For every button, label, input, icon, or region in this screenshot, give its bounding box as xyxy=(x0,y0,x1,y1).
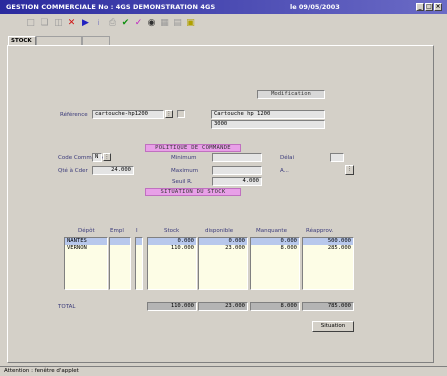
qte-a-cder-field[interactable]: 24.000 xyxy=(92,166,134,175)
reference-lookup-button[interactable]: ⋮ xyxy=(165,110,173,118)
col-i xyxy=(135,237,143,290)
situation-button[interactable]: Situation xyxy=(312,321,354,332)
code-commande-lookup-button[interactable]: ⋮ xyxy=(103,153,111,161)
tab-third[interactable] xyxy=(82,36,110,45)
filter-icon[interactable]: ✓ xyxy=(134,19,143,28)
designation-sub-field[interactable]: 3000 xyxy=(211,120,325,129)
new-doc-icon[interactable]: □ xyxy=(26,19,35,28)
reference-extra-button[interactable] xyxy=(177,110,185,118)
col-header-reapprov: Réapprov. xyxy=(306,228,334,234)
col-reapprov: 500.000 285.000 xyxy=(302,237,354,290)
window-title: GESTION COMMERCIALE No : 4GS DEMONSTRATI… xyxy=(6,3,216,11)
table-cell[interactable] xyxy=(136,238,142,245)
minimum-field[interactable] xyxy=(212,153,262,162)
delai-label: Délai xyxy=(280,155,295,161)
delete-icon[interactable]: ✕ xyxy=(67,19,76,28)
table-cell[interactable]: 8.000 xyxy=(251,245,299,252)
col-disponible: 0.000 23.000 xyxy=(198,237,248,290)
delai-field[interactable] xyxy=(330,153,344,162)
table-cell[interactable]: 500.000 xyxy=(303,238,353,245)
table-cell[interactable] xyxy=(110,238,130,245)
export-icon[interactable]: ▣ xyxy=(186,19,195,28)
next-icon[interactable]: ▶ xyxy=(81,19,90,28)
code-commande-field[interactable]: N xyxy=(92,153,102,162)
col-depot: NANTES VERNON xyxy=(64,237,108,290)
tab-second[interactable] xyxy=(36,36,82,45)
copy-icon[interactable]: ❏ xyxy=(40,19,49,28)
table-cell[interactable]: 23.000 xyxy=(199,245,247,252)
maximum-field[interactable] xyxy=(212,166,262,175)
qte-a-cder-label: Qté à Cder xyxy=(58,168,88,174)
seuil-field[interactable]: 4.000 xyxy=(212,177,262,186)
info-icon[interactable]: i xyxy=(94,19,103,28)
table-cell[interactable]: NANTES xyxy=(65,238,107,245)
reference-code-field[interactable]: cartouche-hp1200 xyxy=(92,110,164,119)
table-cell[interactable]: 0.000 xyxy=(199,238,247,245)
print-icon[interactable]: ⎙ xyxy=(108,19,117,28)
policy-section-title: POLITIQUE DE COMMANDE xyxy=(145,144,241,152)
stock-situation-grid: NANTES VERNON 0.000 110.000 0.000 23.000… xyxy=(64,237,360,290)
total-label: TOTAL xyxy=(58,304,76,310)
tab-stock[interactable]: STOCK xyxy=(8,36,36,45)
table-cell[interactable]: 0.000 xyxy=(251,238,299,245)
delai-lookup-button[interactable]: ⋮ xyxy=(345,165,354,175)
col-header-empl: Empl xyxy=(110,228,124,234)
search-icon[interactable]: ◉ xyxy=(147,19,156,28)
col-header-stock: Stock xyxy=(164,228,180,234)
calculator-icon[interactable]: ▦ xyxy=(160,19,169,28)
situation-section-title: SITUATION DU STOCK xyxy=(145,188,241,196)
minimize-button[interactable]: _ xyxy=(416,3,424,11)
toolbar: □ ❏ ◫ ✕ ▶ i ⎙ ✔ ✓ ◉ ▦ ▤ ▣ xyxy=(0,14,447,36)
window-controls: _ □ × xyxy=(416,3,442,11)
title-bar: GESTION COMMERCIALE No : 4GS DEMONSTRATI… xyxy=(0,0,447,14)
window-date: le 09/05/2003 xyxy=(290,3,340,11)
a-label: A... xyxy=(280,168,289,174)
designation-field[interactable]: Cartouche hp 1200 xyxy=(211,110,325,119)
maximum-label: Maximum xyxy=(171,168,199,174)
list-icon[interactable]: ▤ xyxy=(173,19,182,28)
close-button[interactable]: × xyxy=(434,3,442,11)
maximize-button[interactable]: □ xyxy=(425,3,433,11)
validate-icon[interactable]: ✔ xyxy=(121,19,130,28)
seuil-label: Seuil R. xyxy=(172,179,193,185)
total-manquante: 8.000 xyxy=(250,302,300,311)
status-bar: Attention : fenêtre d'applet xyxy=(0,366,447,376)
col-header-i: I xyxy=(136,228,138,234)
col-stock: 0.000 110.000 xyxy=(147,237,197,290)
total-stock: 110.000 xyxy=(147,302,197,311)
col-manquante: 0.000 8.000 xyxy=(250,237,300,290)
table-cell[interactable]: VERNON xyxy=(65,245,107,252)
total-reapprov: 785.000 xyxy=(302,302,354,311)
col-header-depot: Dépôt xyxy=(78,228,95,234)
mode-indicator: Modification xyxy=(257,90,325,99)
main-panel xyxy=(7,45,434,363)
paste-icon[interactable]: ◫ xyxy=(54,19,63,28)
minimum-label: Minimum xyxy=(171,155,197,161)
col-header-manquante: Manquante xyxy=(256,228,287,234)
table-cell[interactable]: 110.000 xyxy=(148,245,196,252)
table-cell[interactable]: 285.000 xyxy=(303,245,353,252)
table-cell[interactable]: 0.000 xyxy=(148,238,196,245)
col-empl xyxy=(109,237,131,290)
reference-label: Référence xyxy=(60,112,88,118)
col-header-disponible: disponible xyxy=(205,228,234,234)
total-disponible: 23.000 xyxy=(198,302,248,311)
